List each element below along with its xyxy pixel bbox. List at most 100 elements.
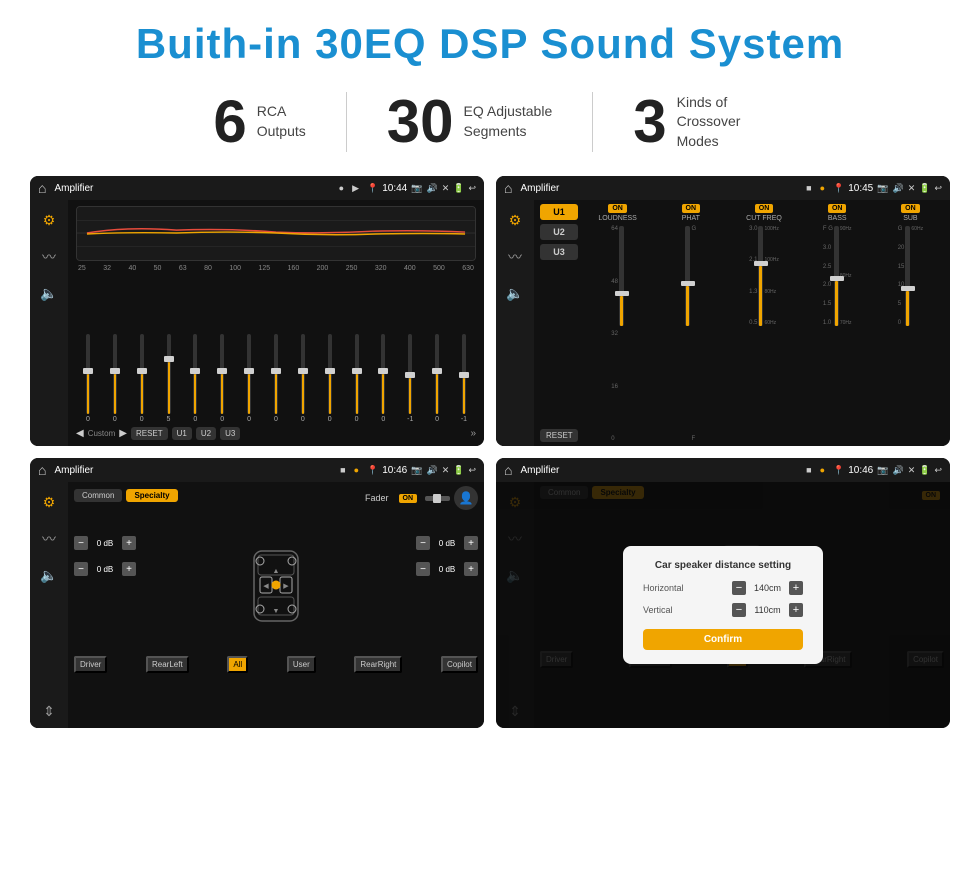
left-bot-minus[interactable]: − — [74, 562, 88, 576]
eq-slider-14[interactable]: -1 — [452, 334, 476, 423]
phat-slider[interactable] — [685, 226, 690, 326]
crossover-reset-btn[interactable]: RESET — [540, 429, 578, 442]
user-btn[interactable]: User — [287, 656, 316, 673]
eq-reset-btn[interactable]: RESET — [131, 427, 168, 440]
dialog-title: Car speaker distance setting — [643, 560, 803, 571]
stat-crossover: 3 Kinds of Crossover Modes — [593, 92, 806, 152]
fader-bottom: Driver RearLeft All User RearRight Copil… — [74, 656, 478, 673]
eq-slider-3[interactable]: 5 — [157, 334, 181, 423]
slider-value-3: 5 — [167, 416, 171, 423]
camera-icon-3: 📷 — [411, 465, 422, 476]
eq-slider-4[interactable]: 0 — [183, 334, 207, 423]
eq-slider-5[interactable]: 0 — [210, 334, 234, 423]
phat-fill — [686, 286, 689, 326]
sidebar-crossover-speaker[interactable]: 🔈 — [506, 285, 523, 302]
right-top-value: 0 dB — [433, 539, 461, 548]
freq-labels: 25 32 40 50 63 80 100 125 160 200 250 32… — [76, 265, 476, 272]
eq-slider-11[interactable]: 0 — [371, 334, 395, 423]
home-icon-3[interactable]: ⌂ — [38, 462, 46, 478]
bass-slider-area: F G 3.0 2.5 2.0 1.5 1.0 — [823, 226, 852, 442]
u1-btn[interactable]: U1 — [540, 204, 578, 220]
slider-fill-1 — [114, 374, 116, 414]
confirm-button[interactable]: Confirm — [643, 629, 803, 650]
eq-slider-10[interactable]: 0 — [345, 334, 369, 423]
vertical-minus[interactable]: − — [732, 603, 746, 617]
u2-btn[interactable]: U2 — [540, 224, 578, 240]
right-bot-minus[interactable]: − — [416, 562, 430, 576]
eq-slider-1[interactable]: 0 — [103, 334, 127, 423]
copilot-btn[interactable]: Copilot — [441, 656, 478, 673]
back-icon[interactable]: ↩ — [468, 183, 476, 194]
home-icon-2[interactable]: ⌂ — [504, 180, 512, 196]
person-icon: 👤 — [454, 486, 478, 510]
back-icon-4[interactable]: ↩ — [934, 465, 942, 476]
vertical-plus[interactable]: + — [789, 603, 803, 617]
left-top-plus[interactable]: + — [122, 536, 136, 550]
eq-next-btn[interactable]: ▶ — [119, 428, 127, 439]
back-icon-3[interactable]: ↩ — [468, 465, 476, 476]
left-bot-plus[interactable]: + — [122, 562, 136, 576]
sidebar-crossover-icon[interactable]: ⚙ — [509, 212, 522, 229]
sidebar-wave-icon[interactable]: 〰 — [42, 247, 56, 267]
fader-tabs[interactable]: Common Specialty — [74, 489, 178, 502]
eq-slider-6[interactable]: 0 — [237, 334, 261, 423]
sidebar-fader-arrows[interactable]: ⇕ — [43, 703, 55, 720]
horizontal-minus[interactable]: − — [732, 581, 746, 595]
slider-fill-5 — [221, 374, 223, 414]
driver-btn[interactable]: Driver — [74, 656, 107, 673]
eq-bottom-controls[interactable]: ◀ Custom ▶ RESET U1 U2 U3 » — [76, 427, 476, 440]
eq-slider-9[interactable]: 0 — [318, 334, 342, 423]
fader-horiz-track[interactable] — [425, 496, 450, 501]
eq-u1-btn[interactable]: U1 — [172, 427, 192, 440]
u3-btn[interactable]: U3 — [540, 244, 578, 260]
back-icon-2[interactable]: ↩ — [934, 183, 942, 194]
slider-fill-11 — [382, 374, 384, 414]
eq-slider-8[interactable]: 0 — [291, 334, 315, 423]
left-bot-value: 0 dB — [91, 565, 119, 574]
sidebar-fader-icon[interactable]: ⚙ — [43, 494, 56, 511]
sidebar-fader-wave[interactable]: 〰 — [42, 529, 56, 549]
channels-container: ON LOUDNESS 64 48 32 16 0 — [584, 204, 944, 442]
sub-slider[interactable] — [905, 226, 910, 326]
camera-icon-2: 📷 — [877, 183, 888, 194]
home-icon-4[interactable]: ⌂ — [504, 462, 512, 478]
stat-number-rca: 6 — [213, 92, 246, 152]
eq-slider-12[interactable]: -1 — [398, 334, 422, 423]
sidebar-eq: ⚙ 〰 🔈 — [30, 200, 68, 446]
left-top-minus[interactable]: − — [74, 536, 88, 550]
sidebar-eq-icon[interactable]: ⚙ — [43, 212, 56, 229]
eq-slider-2[interactable]: 0 — [130, 334, 154, 423]
fader-on-toggle[interactable]: ON — [399, 494, 418, 503]
slider-value-2: 0 — [140, 416, 144, 423]
eq-u2-btn[interactable]: U2 — [196, 427, 216, 440]
sidebar-fader-speaker[interactable]: 🔈 — [40, 567, 57, 584]
left-top-db: − 0 dB + — [74, 536, 136, 550]
status-bar-crossover: ⌂ Amplifier ■ ● 📍 10:45 📷 🔊 ✕ 🔋 ↩ — [496, 176, 950, 200]
tab-common[interactable]: Common — [74, 489, 122, 502]
cutfreq-slider[interactable] — [758, 226, 763, 326]
expand-icon[interactable]: » — [470, 428, 476, 439]
eq-prev-btn[interactable]: ◀ — [76, 428, 84, 439]
loudness-slider[interactable] — [619, 226, 624, 326]
bass-slider[interactable] — [834, 226, 839, 326]
right-top-plus[interactable]: + — [464, 536, 478, 550]
stat-number-crossover: 3 — [633, 92, 666, 152]
rearright-btn[interactable]: RearRight — [354, 656, 402, 673]
sidebar-speaker-icon[interactable]: 🔈 — [40, 285, 57, 302]
rearleft-btn[interactable]: RearLeft — [146, 656, 189, 673]
right-top-minus[interactable]: − — [416, 536, 430, 550]
slider-fill-9 — [329, 374, 331, 414]
eq-u3-btn[interactable]: U3 — [220, 427, 240, 440]
all-btn[interactable]: All — [227, 656, 248, 673]
eq-slider-13[interactable]: 0 — [425, 334, 449, 423]
channel-bass: ON BASS F G 3.0 2.5 2.0 1.5 — [804, 204, 871, 442]
home-icon[interactable]: ⌂ — [38, 180, 46, 196]
right-bot-plus[interactable]: + — [464, 562, 478, 576]
x-icon-4: ✕ — [908, 465, 916, 476]
tab-specialty[interactable]: Specialty — [126, 489, 177, 502]
eq-slider-7[interactable]: 0 — [264, 334, 288, 423]
sidebar-crossover-wave[interactable]: 〰 — [508, 247, 522, 267]
eq-slider-0[interactable]: 0 — [76, 334, 100, 423]
time-eq: 10:44 — [382, 183, 407, 194]
horizontal-plus[interactable]: + — [789, 581, 803, 595]
